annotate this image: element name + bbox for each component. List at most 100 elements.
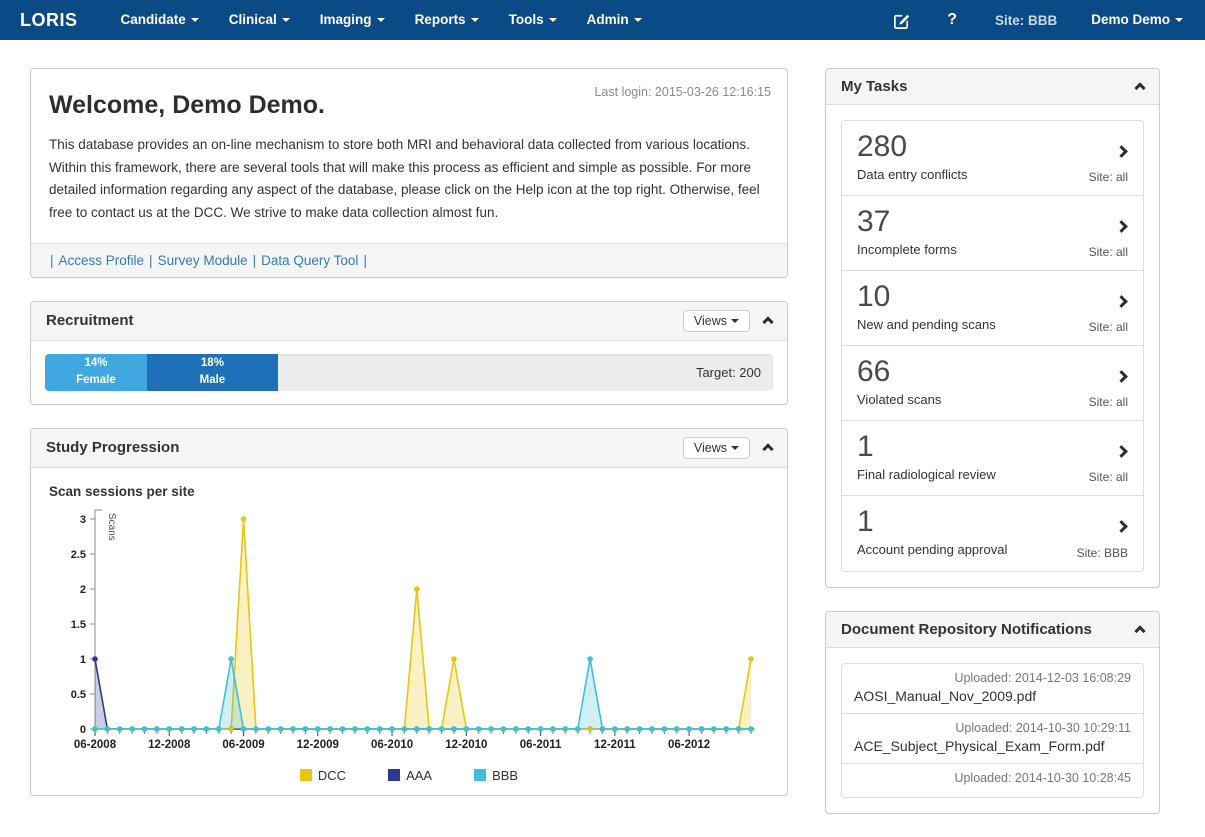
svg-text:2: 2 [80,584,86,596]
recruitment-header: Recruitment Views [31,302,787,341]
task-count: 10 [857,278,1128,316]
menu-imaging-label: Imaging [320,12,372,27]
divider: | [149,253,153,268]
study-progression-chart: 00.511.522.53Scans06-200812-200806-20091… [31,503,787,766]
left-column: Last login: 2015-03-26 12:16:15 Welcome,… [30,68,788,819]
legend-swatch [300,769,312,781]
menu-admin-label: Admin [587,12,629,27]
female-percent: 14% [45,355,147,372]
document-repository-header: Document Repository Notifications [826,612,1159,648]
task-count: 66 [857,353,1128,391]
svg-text:06-2010: 06-2010 [371,739,413,751]
user-name: Demo Demo [1091,12,1170,27]
recruitment-body: 14% Female 18% Male Target: 200 [31,341,787,404]
chevron-down-icon [549,18,557,22]
svg-text:06-2011: 06-2011 [520,739,562,751]
document-item[interactable]: Uploaded: 2014-12-03 16:08:29 AOSI_Manua… [842,664,1143,714]
task-label: Data entry conflicts [857,167,1128,182]
task-site: Site: BBB [1077,546,1128,560]
male-percent: 18% [147,355,278,372]
document-item[interactable]: Uploaded: 2014-10-30 10:29:11 ACE_Subjec… [842,714,1143,764]
svg-text:12-2009: 12-2009 [297,739,339,751]
task-account-pending-approval[interactable]: 1 Account pending approval Site: BBB [842,496,1143,571]
svg-text:12-2008: 12-2008 [148,739,191,751]
welcome-body: Last login: 2015-03-26 12:16:15 Welcome,… [31,69,787,243]
chevron-down-icon [731,319,739,323]
collapse-icon[interactable] [1134,82,1145,93]
svg-text:06-2012: 06-2012 [668,739,710,751]
recruitment-title: Recruitment [46,312,134,329]
svg-text:06-2008: 06-2008 [74,739,117,751]
help-icon[interactable]: ? [929,0,975,40]
svg-text:0: 0 [80,724,86,736]
legend-swatch [388,769,400,781]
menu-admin[interactable]: Admin [572,0,657,40]
edit-icon[interactable] [874,0,929,40]
svg-text:Scans: Scans [106,513,117,541]
collapse-icon[interactable] [762,444,773,455]
views-label: Views [694,441,727,455]
collapse-icon[interactable] [1134,625,1145,636]
legend-item-dcc[interactable]: DCC [300,768,346,783]
menu-candidate[interactable]: Candidate [106,0,214,40]
legend-item-aaa[interactable]: AAA [388,768,432,783]
svg-text:2.5: 2.5 [71,549,86,561]
access-profile-link[interactable]: Access Profile [59,253,145,268]
document-filename[interactable]: ACE_Subject_Physical_Exam_Form.pdf [854,738,1131,754]
menu-reports[interactable]: Reports [400,0,494,40]
task-count: 37 [857,203,1128,241]
menu-reports-label: Reports [415,12,466,27]
task-new-pending-scans[interactable]: 10 New and pending scans Site: all [842,271,1143,346]
study-progression-title: Study Progression [46,439,179,456]
chevron-down-icon [1175,18,1183,22]
recruitment-panel: Recruitment Views 14% Female 18% Male [30,301,788,405]
document-list: Uploaded: 2014-12-03 16:08:29 AOSI_Manua… [841,663,1144,798]
legend-swatch [474,769,486,781]
menu-clinical[interactable]: Clinical [214,0,305,40]
menu-candidate-label: Candidate [121,12,186,27]
legend-item-bbb[interactable]: BBB [474,768,518,783]
recruitment-views-button[interactable]: Views [683,310,750,332]
navbar-right: ? Site: BBB Demo Demo [874,0,1191,40]
progress-segment-male: 18% Male [147,354,278,391]
site-indicator: Site: BBB [975,13,1077,28]
task-violated-scans[interactable]: 66 Violated scans Site: all [842,346,1143,421]
study-progression-body: Scan sessions per site 00.511.522.53Scan… [31,484,787,795]
right-column: My Tasks 280 Data entry conflicts Site: … [825,68,1160,837]
recruitment-progress-bar: 14% Female 18% Male Target: 200 [45,354,773,391]
user-menu[interactable]: Demo Demo [1077,0,1191,40]
last-login: Last login: 2015-03-26 12:16:15 [594,85,771,99]
svg-text:1: 1 [80,654,86,666]
svg-text:12-2011: 12-2011 [594,739,636,751]
menu-clinical-label: Clinical [229,12,277,27]
legend-label: AAA [406,768,432,783]
female-label: Female [45,372,147,389]
document-filename[interactable]: AOSI_Manual_Nov_2009.pdf [854,688,1131,704]
task-final-radiological-review[interactable]: 1 Final radiological review Site: all [842,421,1143,496]
divider: | [253,253,257,268]
chevron-down-icon [191,18,199,22]
welcome-links: |Access Profile|Survey Module|Data Query… [31,243,787,277]
task-site: Site: all [1089,395,1128,409]
menu-imaging[interactable]: Imaging [305,0,400,40]
svg-text:0.5: 0.5 [71,689,86,701]
task-label: New and pending scans [857,317,1128,332]
menu-tools-label: Tools [509,12,544,27]
survey-module-link[interactable]: Survey Module [158,253,248,268]
task-data-entry-conflicts[interactable]: 280 Data entry conflicts Site: all [842,121,1143,196]
task-incomplete-forms[interactable]: 37 Incomplete forms Site: all [842,196,1143,271]
collapse-icon[interactable] [762,317,773,328]
data-query-tool-link[interactable]: Data Query Tool [261,253,358,268]
svg-text:06-2009: 06-2009 [222,739,264,751]
progress-segment-female: 14% Female [45,354,147,391]
menu-tools[interactable]: Tools [494,0,572,40]
legend-label: BBB [492,768,518,783]
study-progression-header: Study Progression Views [31,429,787,468]
task-label: Incomplete forms [857,242,1128,257]
document-uploaded: Uploaded: 2014-10-30 10:29:11 [854,721,1131,735]
svg-text:12-2010: 12-2010 [445,739,487,751]
study-progression-views-button[interactable]: Views [683,437,750,459]
loris-logo[interactable]: LORIS [20,10,78,31]
welcome-panel: Last login: 2015-03-26 12:16:15 Welcome,… [30,68,788,278]
chevron-down-icon [634,18,642,22]
